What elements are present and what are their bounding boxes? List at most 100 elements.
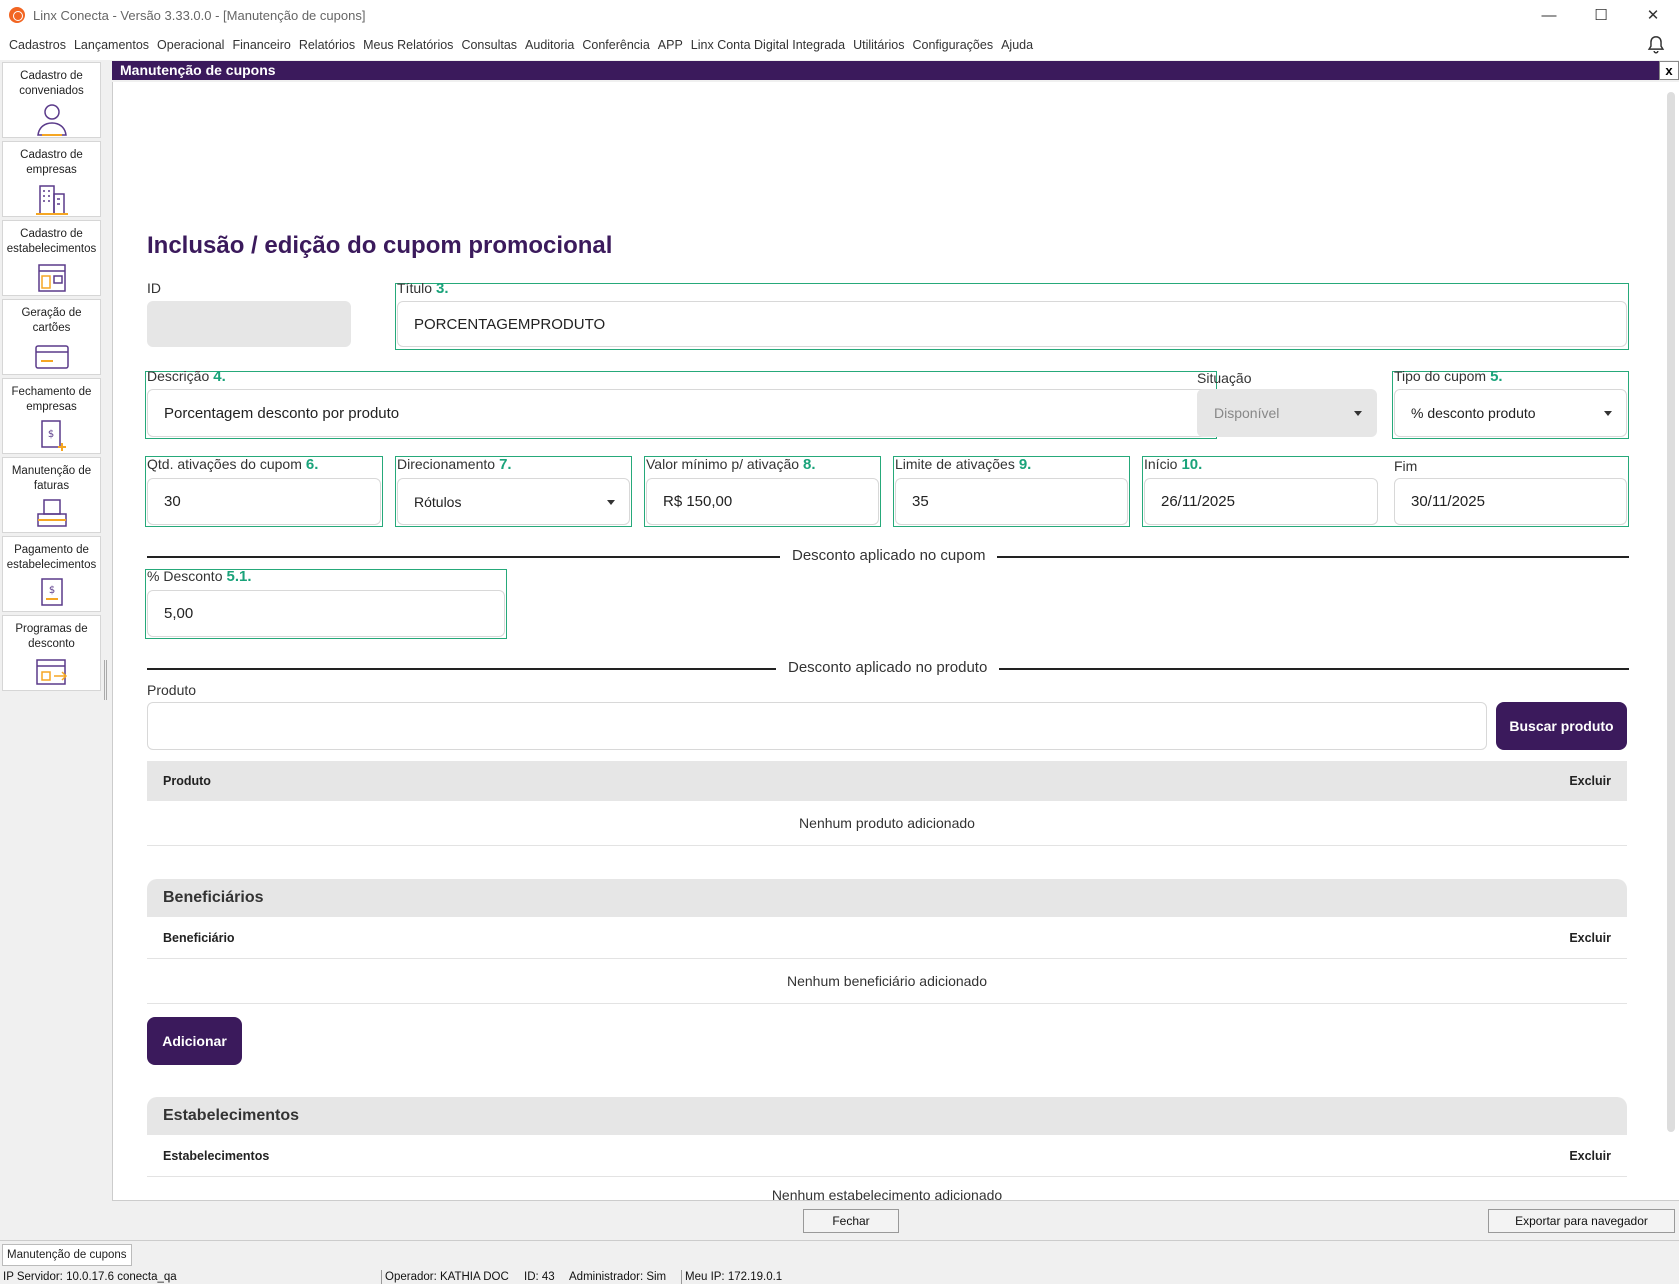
status-operator: Operador: KATHIA DOC [381, 1270, 509, 1284]
menu-auditoria[interactable]: Auditoria [521, 38, 578, 52]
desconto-field[interactable]: 5,00 [147, 590, 505, 637]
menu-utilitarios[interactable]: Utilitários [849, 38, 908, 52]
menu-ajuda[interactable]: Ajuda [997, 38, 1037, 52]
panel-title: Manutenção de cupons [120, 62, 276, 78]
descricao-label: Descrição 4. [147, 368, 226, 385]
sidebar: Cadastro de conveniados Cadastro de empr… [0, 60, 104, 1240]
status-server: IP Servidor: 10.0.17.6 conecta_qa [3, 1271, 177, 1283]
produto-field[interactable] [147, 702, 1487, 750]
svg-text:$: $ [47, 429, 53, 440]
panel-close-button[interactable]: x [1659, 61, 1679, 80]
chevron-down-icon [607, 499, 615, 505]
id-label: ID [147, 280, 161, 296]
page-title: Inclusão / edição do cupom promocional [147, 232, 613, 259]
app-logo-icon [9, 7, 25, 23]
situacao-label: Situação [1197, 370, 1252, 386]
svg-text:$: $ [48, 585, 54, 596]
sidebar-item-pagamento[interactable]: Pagamento de estabelecimentos $ [2, 536, 101, 612]
menu-linx-conta-digital[interactable]: Linx Conta Digital Integrada [687, 38, 849, 52]
inicio-field[interactable]: 26/11/2025 [1144, 478, 1378, 525]
menu-configuracoes[interactable]: Configurações [908, 38, 997, 52]
limite-field[interactable]: 35 [895, 478, 1128, 525]
bottom-button-bar: Fechar Exportar para navegador [112, 1200, 1679, 1240]
sidebar-item-programas[interactable]: Programas de desconto [2, 615, 101, 691]
sidebar-item-conveniados[interactable]: Cadastro de conveniados [2, 62, 101, 138]
menu-lancamentos[interactable]: Lançamentos [70, 38, 153, 52]
sidebar-item-label: Fechamento de empresas [11, 386, 92, 413]
window-tabs-bar: Manutenção de cupons [0, 1240, 1679, 1270]
beneficiario-column-header: Beneficiário [163, 930, 235, 945]
excluir-column-header: Excluir [1569, 930, 1611, 945]
status-id: ID: 43 [524, 1271, 555, 1283]
adicionar-button[interactable]: Adicionar [147, 1017, 242, 1065]
window-title: Linx Conecta - Versão 3.33.0.0 - [Manute… [33, 7, 366, 23]
menu-cadastros[interactable]: Cadastros [5, 38, 70, 52]
valor-minimo-label: Valor mínimo p/ ativação 8. [646, 456, 816, 473]
desconto-label: % Desconto 5.1. [147, 568, 252, 585]
beneficiarios-section-title: Beneficiários [147, 879, 1627, 917]
beneficiarios-empty-message: Nenhum beneficiário adicionado [147, 959, 1627, 1004]
buscar-produto-button[interactable]: Buscar produto [1496, 702, 1627, 750]
store-icon [37, 264, 66, 292]
titulo-field[interactable]: PORCENTAGEMPRODUTO [397, 301, 1627, 347]
tab-manutencao-cupons[interactable]: Manutenção de cupons [2, 1244, 132, 1266]
sidebar-item-label: Cadastro de empresas [20, 149, 83, 176]
beneficiarios-table-header: Beneficiário Excluir [147, 917, 1627, 959]
estabelecimentos-section-title: Estabelecimentos [147, 1097, 1627, 1135]
qtd-field[interactable]: 30 [147, 478, 381, 525]
card-icon [34, 345, 69, 369]
produtos-table-header: Produto Excluir [147, 761, 1627, 801]
menu-financeiro[interactable]: Financeiro [228, 38, 294, 52]
bell-icon[interactable] [1645, 34, 1667, 56]
menu-consultas[interactable]: Consultas [457, 38, 521, 52]
produto-label: Produto [147, 682, 197, 698]
exportar-navegador-button[interactable]: Exportar para navegador [1488, 1209, 1675, 1233]
sidebar-item-fechamento[interactable]: Fechamento de empresas $ [2, 378, 101, 454]
sidebar-item-faturas[interactable]: Manutenção de faturas [2, 457, 101, 533]
menu-app[interactable]: APP [654, 38, 687, 52]
desconto-produto-divider: Desconto aplicado no produto [776, 659, 1000, 676]
status-ip: Meu IP: 172.19.0.1 [681, 1270, 782, 1284]
tipo-label: Tipo do cupom 5. [1394, 368, 1503, 385]
close-window-button[interactable]: ✕ [1627, 0, 1679, 30]
scrollbar[interactable] [1667, 92, 1675, 1132]
panel-header: Manutenção de cupons x [112, 61, 1679, 80]
sidebar-item-label: Manutenção de faturas [11, 465, 92, 492]
discount-program-icon [35, 659, 67, 685]
minimize-button[interactable]: — [1523, 0, 1575, 30]
descricao-field[interactable]: Porcentagem desconto por produto [147, 389, 1215, 437]
title-bar: Linx Conecta - Versão 3.33.0.0 - [Manute… [0, 0, 1679, 30]
status-bar: IP Servidor: 10.0.17.6 conecta_qa Operad… [0, 1270, 1679, 1284]
sidebar-item-cartoes[interactable]: Geração de cartões [2, 299, 101, 375]
fim-field[interactable]: 30/11/2025 [1394, 478, 1627, 525]
direcionamento-select[interactable]: Rótulos [397, 478, 630, 525]
menu-relatorios[interactable]: Relatórios [295, 38, 359, 52]
menu-bar: Cadastros Lançamentos Operacional Financ… [0, 30, 1679, 60]
estabelecimentos-column-header: Estabelecimentos [163, 1148, 270, 1163]
valor-minimo-field[interactable]: R$ 150,00 [646, 478, 879, 525]
building-icon [35, 185, 68, 215]
maximize-button[interactable]: ☐ [1575, 0, 1627, 30]
sidebar-item-empresas[interactable]: Cadastro de empresas [2, 141, 101, 217]
qtd-label: Qtd. ativações do cupom 6. [147, 456, 319, 473]
sidebar-resize-handle[interactable] [104, 660, 107, 700]
menu-operacional[interactable]: Operacional [153, 38, 228, 52]
situacao-select: Disponível [1197, 389, 1377, 437]
tipo-select[interactable]: % desconto produto [1394, 389, 1627, 437]
desconto-cupom-divider: Desconto aplicado no cupom [780, 547, 998, 564]
excluir-column-header: Excluir [1569, 774, 1611, 788]
limite-label: Limite de ativações 9. [895, 456, 1032, 473]
titulo-label: Título 3. [397, 280, 449, 297]
sidebar-item-estabelecimentos[interactable]: Cadastro de estabelecimentos [2, 220, 101, 296]
inicio-label: Início 10. [1144, 456, 1203, 473]
fechar-button[interactable]: Fechar [803, 1209, 899, 1233]
menu-meus-relatorios[interactable]: Meus Relatórios [359, 38, 457, 52]
sidebar-item-label: Pagamento de estabelecimentos [6, 544, 97, 571]
invoice-add-icon: $ [40, 420, 66, 451]
chevron-down-icon [1354, 411, 1362, 416]
estabelecimentos-empty-message: Nenhum estabelecimento adicionado [771, 1187, 1003, 1200]
sidebar-item-label: Cadastro de conveniados [19, 70, 84, 97]
menu-conferencia[interactable]: Conferência [578, 38, 653, 52]
produtos-empty-message: Nenhum produto adicionado [147, 801, 1627, 846]
sidebar-item-label: Geração de cartões [21, 307, 82, 334]
